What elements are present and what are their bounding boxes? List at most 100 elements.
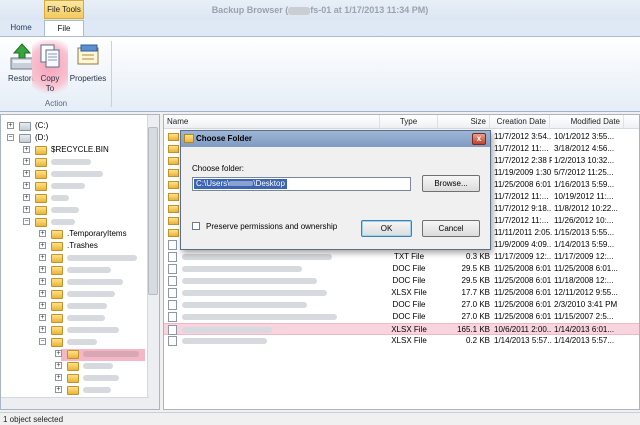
copy-to-button[interactable]: Copy To — [32, 40, 68, 98]
redacted-text — [51, 207, 79, 213]
tree-item[interactable]: + — [5, 168, 145, 180]
tree-item[interactable]: + — [5, 204, 145, 216]
window-title: Backup Browser (fs-01 at 1/17/2013 11:34… — [0, 5, 640, 15]
table-row[interactable]: DOC File 29.5 KB 11/25/2008 6:01... 11/18/2… — [164, 275, 639, 287]
expand-icon[interactable]: + — [55, 350, 62, 357]
creation-date-cell: 11/9/2009 4:09... — [494, 240, 552, 249]
folder-icon — [35, 218, 47, 227]
tree-item[interactable]: − — [5, 336, 145, 348]
creation-date-cell: 11/17/2009 12:... — [494, 252, 552, 261]
collapse-icon[interactable]: − — [39, 338, 46, 345]
expand-icon[interactable]: + — [39, 290, 46, 297]
collapse-icon[interactable]: − — [23, 218, 30, 225]
tree-item[interactable]: − — [5, 216, 145, 228]
expand-icon[interactable]: + — [55, 386, 62, 393]
table-row[interactable]: XLSX File 17.7 KB 11/25/2008 6:01... 12/11/… — [164, 287, 639, 299]
table-row[interactable]: DOC File 27.0 KB 11/25/2008 6:01... 2/3/201… — [164, 299, 639, 311]
modified-date-cell: 11/25/2008 6:01... — [554, 264, 618, 273]
properties-button[interactable]: Properties — [66, 40, 110, 98]
tree-scroll-thumb[interactable] — [148, 127, 158, 295]
expand-icon[interactable]: + — [39, 254, 46, 261]
column-header-modified-date[interactable]: Modified Date — [550, 115, 624, 129]
tree-item[interactable]: + — [5, 156, 145, 168]
tree-item[interactable]: + — [5, 324, 145, 336]
tree-horizontal-scrollbar[interactable] — [1, 397, 149, 409]
tab-home[interactable]: Home — [4, 20, 38, 36]
tree-vertical-scrollbar[interactable] — [147, 115, 159, 409]
expand-icon[interactable]: + — [23, 170, 30, 177]
close-icon[interactable]: x — [472, 133, 486, 145]
column-header-creation-date[interactable]: Creation Date — [490, 115, 550, 129]
redacted-text — [51, 219, 75, 225]
preserve-permissions-checkbox[interactable] — [192, 222, 200, 230]
cancel-button[interactable]: Cancel — [422, 220, 480, 237]
tree-item-d-drive[interactable]: − (D:) — [5, 132, 145, 144]
tree-item[interactable]: + — [5, 180, 145, 192]
expand-icon[interactable]: + — [23, 206, 30, 213]
tree-item[interactable]: + — [5, 384, 145, 396]
expand-icon[interactable]: + — [39, 302, 46, 309]
type-cell: XLSX File — [391, 288, 427, 297]
tree-item[interactable]: + — [5, 276, 145, 288]
tree-item-trashes[interactable]: + .Trashes — [5, 240, 145, 252]
type-cell: DOC File — [392, 312, 426, 321]
redacted-text — [229, 181, 254, 187]
column-header-size[interactable]: Size — [438, 115, 490, 129]
tree-item-temporary-items[interactable]: + .TemporaryItems — [5, 228, 145, 240]
expand-icon[interactable]: + — [55, 362, 62, 369]
table-row[interactable]: XLSX File 0.2 KB 1/14/2013 5:57... 1/14/201… — [164, 335, 639, 347]
tree-item[interactable]: + — [5, 288, 145, 300]
expand-icon[interactable]: + — [39, 326, 46, 333]
tree-item[interactable]: + — [5, 252, 145, 264]
redacted-filename — [182, 302, 307, 308]
tree-item[interactable]: + — [5, 192, 145, 204]
folder-icon — [168, 157, 179, 165]
tree-item-selected[interactable]: + — [5, 348, 145, 360]
drive-icon — [19, 134, 31, 143]
tree-item[interactable]: + — [5, 264, 145, 276]
expand-icon[interactable]: + — [23, 182, 30, 189]
expand-icon[interactable]: + — [7, 122, 14, 129]
folder-tree[interactable]: + (C:) − (D:) + $RECYCLE.BIN + + + + + −… — [0, 114, 160, 410]
column-header-name[interactable]: Name — [164, 115, 380, 129]
expand-icon[interactable]: + — [39, 314, 46, 321]
redacted-text — [83, 363, 113, 369]
file-icon — [168, 325, 177, 335]
expand-icon[interactable]: + — [39, 266, 46, 273]
tree-item-recycle-bin[interactable]: + $RECYCLE.BIN — [5, 144, 145, 156]
folder-path-input[interactable]: C:\Users\ \Desktop — [192, 177, 411, 191]
redacted-text — [83, 351, 139, 357]
tree-item-label: (D:) — [35, 133, 49, 142]
collapse-icon[interactable]: − — [7, 134, 14, 141]
creation-date-cell: 11/19/2009 1:30 PM — [494, 168, 552, 177]
modified-date-cell: 11/15/2007 2:5... — [554, 312, 614, 321]
creation-date-cell: 11/25/2008 6:01... — [494, 300, 552, 309]
expand-icon[interactable]: + — [23, 158, 30, 165]
table-row[interactable]: TXT File 0.3 KB 11/17/2009 12:... 11/17/200… — [164, 251, 639, 263]
tree-item[interactable]: + — [5, 372, 145, 384]
tree-item[interactable]: + — [5, 300, 145, 312]
expand-icon[interactable]: + — [39, 230, 46, 237]
tree-item[interactable]: + — [5, 360, 145, 372]
tab-file[interactable]: File — [44, 20, 84, 36]
folder-icon — [168, 145, 179, 153]
expand-icon[interactable]: + — [55, 374, 62, 381]
column-header-type[interactable]: Type — [380, 115, 438, 129]
expand-icon[interactable]: + — [39, 242, 46, 249]
expand-icon[interactable]: + — [39, 278, 46, 285]
ok-button[interactable]: OK — [361, 220, 412, 237]
copy-to-label-line2: To — [45, 84, 55, 93]
creation-date-cell: 11/25/2008 6:01... — [494, 288, 552, 297]
size-cell: 27.0 KB — [461, 312, 490, 321]
file-icon — [168, 300, 177, 310]
modified-date-cell: 11/8/2012 10:22... — [554, 204, 618, 213]
expand-icon[interactable]: + — [23, 194, 30, 201]
table-row[interactable]: XLSX File 165.1 KB 10/6/2011 2:00... 1/14/2… — [164, 323, 639, 335]
table-row[interactable]: DOC File 29.5 KB 11/25/2008 6:01... 11/25/2… — [164, 263, 639, 275]
table-row[interactable]: DOC File 27.0 KB 11/25/2008 6:01... 11/15/2… — [164, 311, 639, 323]
modified-date-cell: 11/17/2009 12:... — [554, 252, 614, 261]
tree-item-c-drive[interactable]: + (C:) — [5, 120, 145, 132]
expand-icon[interactable]: + — [23, 146, 30, 153]
browse-button[interactable]: Browse... — [422, 175, 480, 192]
tree-item[interactable]: + — [5, 312, 145, 324]
